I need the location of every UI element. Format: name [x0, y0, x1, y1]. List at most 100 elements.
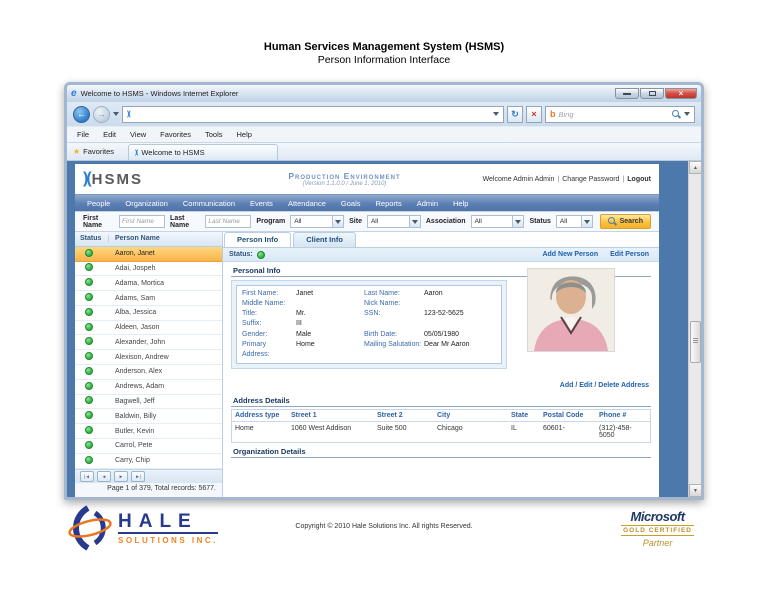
person-row[interactable]: Alba, Jessica	[75, 306, 222, 321]
nav-communication[interactable]: Communication	[183, 199, 235, 208]
menu-file[interactable]: File	[77, 130, 89, 139]
tab-client-info[interactable]: Client Info	[293, 232, 356, 247]
person-row[interactable]: Baldwin, Billy	[75, 409, 222, 425]
url-field[interactable]: )(	[122, 105, 504, 123]
maximize-button[interactable]	[640, 88, 664, 99]
menu-tools[interactable]: Tools	[205, 130, 223, 139]
close-button[interactable]: ×	[665, 88, 697, 99]
microsoft-partner-logo: Microsoft GOLD CERTIFIED Partner	[621, 509, 694, 548]
menu-help[interactable]: Help	[237, 130, 252, 139]
person-row[interactable]: Adai, Jospeh	[75, 262, 222, 277]
field-label: Gender:	[242, 330, 268, 338]
person-row[interactable]: Carry, Chip	[75, 454, 222, 469]
cell-city: Chicago	[437, 424, 463, 432]
browser-tab[interactable]: )( Welcome to HSMS	[128, 143, 279, 160]
status-icon	[85, 307, 93, 316]
logout-link[interactable]: Logout	[627, 176, 651, 183]
nav-reports[interactable]: Reports	[375, 199, 401, 208]
slide-footer: HALE SOLUTIONS INC. Copyright © 2010 Hal…	[64, 505, 704, 565]
hsms-logo-glyph: )(	[83, 170, 92, 187]
person-row-selected[interactable]: Aaron, Janet	[75, 246, 222, 262]
person-row[interactable]: Bagwell, Jeff	[75, 395, 222, 410]
person-row[interactable]: Alexison, Andrew	[75, 350, 222, 366]
nav-attendance[interactable]: Attendance	[288, 199, 326, 208]
hsms-favicon: )(	[127, 110, 131, 118]
title-bar: e Welcome to HSMS - Windows Internet Exp…	[67, 85, 701, 102]
tab-person-info[interactable]: Person Info	[224, 232, 292, 247]
nav-help[interactable]: Help	[453, 199, 468, 208]
address-table: Address type Street 1 Street 2 City Stat…	[231, 408, 651, 443]
environment-label: Production Environment	[288, 171, 401, 181]
minimize-button[interactable]	[615, 88, 639, 99]
last-name-input[interactable]	[205, 215, 252, 228]
scrollbar-thumb[interactable]	[690, 321, 701, 363]
menu-edit[interactable]: Edit	[103, 130, 116, 139]
last-page-button[interactable]: ►|	[131, 470, 145, 482]
stop-button[interactable]: ×	[526, 105, 542, 123]
history-dropdown-icon[interactable]	[113, 112, 119, 116]
change-password-link[interactable]: Change Password	[562, 176, 619, 183]
scroll-down-icon[interactable]: ▼	[689, 484, 702, 497]
nav-events[interactable]: Events	[250, 199, 273, 208]
col-status: Status	[75, 235, 109, 243]
refresh-button[interactable]: ↻	[507, 105, 523, 123]
add-edit-delete-address-link[interactable]: Add / Edit / Delete Address	[560, 382, 649, 389]
next-page-button[interactable]: ►	[114, 470, 128, 482]
col-person-name: Person Name	[115, 235, 160, 243]
person-row[interactable]: Alexander, John	[75, 335, 222, 351]
nav-people[interactable]: People	[87, 199, 110, 208]
prev-page-button[interactable]: ◄	[97, 470, 111, 482]
person-row[interactable]: Anderson, Alex	[75, 365, 222, 380]
bing-search-box[interactable]: b Bing	[545, 105, 695, 123]
maximize-icon	[648, 91, 656, 96]
tab-favicon: )(	[135, 148, 139, 156]
person-row[interactable]: Adams, Sam	[75, 291, 222, 306]
person-name: Butler, Kevin	[115, 427, 155, 435]
main-nav: People Organization Communication Events…	[75, 194, 659, 211]
col-city: City	[434, 409, 508, 422]
search-button[interactable]: Search	[599, 214, 651, 229]
person-row[interactable]: Carrol, Pete	[75, 439, 222, 454]
program-select[interactable]: All	[290, 215, 345, 228]
hsms-logo-text: HSMS	[91, 170, 143, 188]
app-header: )( HSMS Production Environment (Version …	[75, 164, 659, 194]
cell-address-type: Home	[235, 424, 254, 432]
field-label: Title:	[242, 310, 257, 318]
col-street2: Street 2	[374, 409, 434, 422]
status-select[interactable]: All	[555, 215, 593, 228]
add-new-person-link[interactable]: Add New Person	[542, 251, 598, 258]
favorites-button[interactable]: ★ Favorites	[73, 147, 114, 156]
window-controls: ×	[615, 88, 697, 99]
field-label: Nick Name:	[364, 300, 401, 308]
person-row[interactable]: Adama, Mortica	[75, 276, 222, 292]
favorites-bar: ★ Favorites )( Welcome to HSMS	[67, 142, 701, 160]
first-page-button[interactable]: |◄	[80, 470, 94, 482]
first-name-input[interactable]	[119, 215, 166, 228]
hale-subtitle: SOLUTIONS INC.	[118, 535, 218, 545]
edit-person-link[interactable]: Edit Person	[610, 251, 649, 258]
person-name: Alexander, John	[115, 338, 166, 346]
page-scrollbar[interactable]: ▲ ▼	[688, 161, 702, 497]
search-dropdown-icon[interactable]	[684, 112, 690, 116]
forward-button[interactable]: →	[93, 105, 110, 123]
nav-admin[interactable]: Admin	[417, 199, 438, 208]
window-title: Welcome to HSMS - Windows Internet Explo…	[80, 89, 239, 98]
nav-organization[interactable]: Organization	[125, 199, 168, 208]
nav-goals[interactable]: Goals	[341, 199, 361, 208]
site-select[interactable]: All	[366, 215, 421, 228]
menu-favorites[interactable]: Favorites	[160, 130, 191, 139]
bing-placeholder: Bing	[558, 109, 574, 119]
association-select[interactable]: All	[470, 215, 525, 228]
back-button[interactable]: ←	[73, 105, 90, 123]
person-row[interactable]: Butler, Kevin	[75, 424, 222, 439]
person-row[interactable]: Aldeen, Jason	[75, 321, 222, 336]
scroll-up-icon[interactable]: ▲	[689, 161, 702, 174]
site-label: Site	[349, 218, 362, 225]
status-icon	[85, 263, 93, 272]
menu-view[interactable]: View	[130, 130, 146, 139]
search-icon[interactable]	[672, 109, 681, 119]
person-name: Carrol, Pete	[115, 442, 153, 450]
url-dropdown-icon[interactable]	[493, 112, 499, 116]
association-dropdown-icon	[512, 216, 524, 227]
person-row[interactable]: Andrews, Adam	[75, 380, 222, 395]
